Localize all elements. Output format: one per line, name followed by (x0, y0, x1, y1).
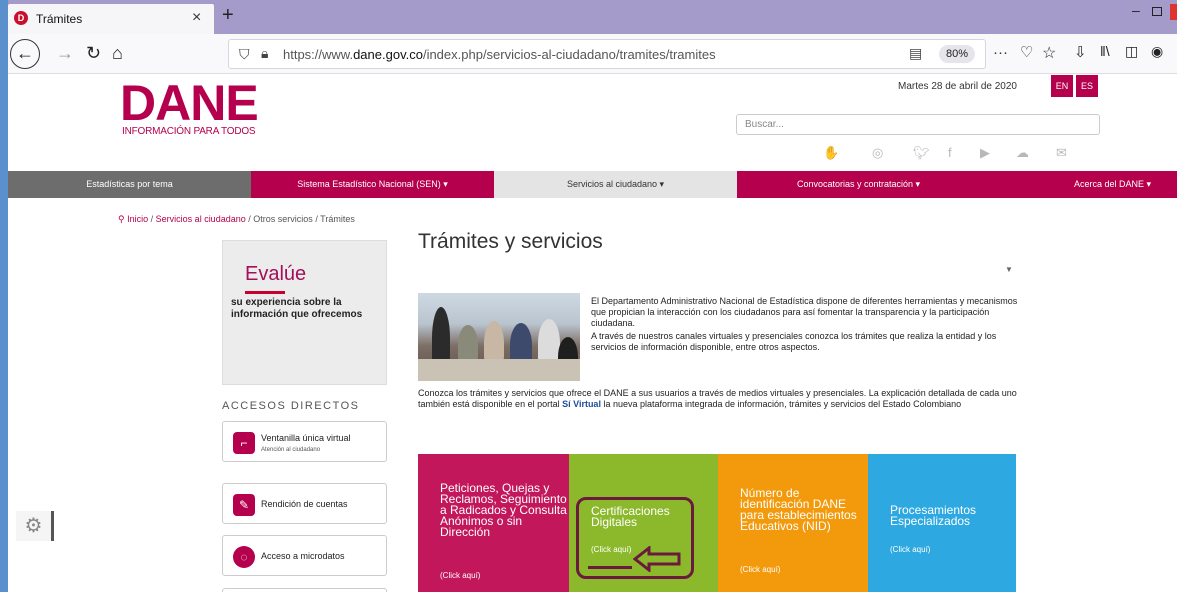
intro-description: El Departamento Administrativo Nacional … (591, 296, 1018, 355)
dane-logo[interactable]: DANE INFORMACIÓN PARA TODOS (120, 75, 270, 137)
downloads-icon[interactable]: ⇩ (1074, 43, 1087, 61)
email-icon[interactable]: ✉ (1056, 145, 1067, 161)
main-menu: Estadísticas por tema Sistema Estadístic… (8, 171, 1177, 198)
lead-paragraph: Conozca los trámites y servicios que ofr… (418, 388, 1033, 410)
page-title: Trámites y servicios (418, 230, 603, 253)
forward-arrow-icon[interactable]: → (56, 43, 74, 64)
annotation-underline (588, 566, 632, 569)
reload-icon[interactable]: ↻ (86, 43, 101, 64)
soundcloud-icon[interactable]: ☁ (1016, 145, 1029, 161)
sign-language-icon[interactable]: ✋ (823, 145, 839, 161)
tile-click[interactable]: (Click aquí) (740, 565, 780, 574)
menu-acerca[interactable]: Acerca del DANE ▾ (980, 171, 1177, 198)
back-arrow-icon[interactable]: ← (10, 39, 40, 69)
tile-procesamientos[interactable]: Procesamientos Especializados (Click aqu… (868, 454, 1016, 592)
tracking-shield-icon[interactable]: ⛉ (239, 46, 250, 63)
maximize-window-icon[interactable] (1152, 7, 1162, 16)
evalue-box[interactable]: Evalúe su experiencia sobre la informaci… (222, 240, 387, 385)
youtube-icon[interactable]: ▶ (980, 145, 990, 161)
url-text[interactable]: https://www.dane.gov.co/index.php/servic… (283, 47, 716, 62)
caret-down-icon[interactable]: ▼ (1005, 265, 1013, 274)
tab-tramites[interactable]: D Trámites × (8, 4, 214, 34)
minimize-window-icon[interactable]: – (1132, 2, 1140, 18)
new-tab-button[interactable]: + (222, 4, 234, 27)
window-icon: ⌐ (233, 432, 255, 454)
tab-title: Trámites (36, 12, 83, 26)
acceso-ventanilla[interactable]: ⌐ Ventanilla única virtual Atención al c… (222, 421, 387, 462)
current-date: Martes 28 de abril de 2020 (898, 81, 1017, 92)
twitter-icon[interactable]: 🐦︎ (913, 145, 930, 161)
tile-title: Peticiones, Quejas y Reclamos, Seguimien… (440, 481, 567, 539)
tab-bar: D Trámites × + – (8, 0, 1177, 34)
menu-sen[interactable]: Sistema Estadístico Nacional (SEN) ▾ (251, 171, 494, 198)
logo-text: DANE (120, 75, 259, 131)
evalue-title: Evalúe (245, 263, 307, 285)
intro-paragraph-2: A través de nuestros canales virtuales y… (591, 331, 997, 352)
tile-pqr[interactable]: Peticiones, Quejas y Reclamos, Seguimien… (418, 454, 569, 592)
menu-convocatorias[interactable]: Convocatorias y contratación ▾ (737, 171, 980, 198)
si-virtual-link[interactable]: Sí Virtual (562, 399, 601, 409)
breadcrumb-servicios[interactable]: Servicios al ciudadano (156, 214, 246, 224)
search-input[interactable]: Buscar... (736, 114, 1100, 135)
logo-tagline: INFORMACIÓN PARA TODOS (122, 126, 256, 137)
evalue-text: su experiencia sobre la información que … (231, 297, 363, 320)
tab-close-icon[interactable]: × (192, 9, 201, 27)
breadcrumb-otros[interactable]: Otros servicios (253, 214, 313, 224)
instagram-icon[interactable]: ◎ (872, 145, 883, 161)
tile-nid[interactable]: Número de identificación DANE para estab… (718, 454, 868, 592)
account-icon[interactable]: ◉ (1151, 43, 1163, 60)
acceso-label: Ventanilla única virtual (261, 433, 351, 443)
accesos-heading: ACCESOS DIRECTOS (222, 400, 360, 412)
library-icon[interactable]: ‖\ (1100, 43, 1110, 59)
address-bar[interactable]: ⛉ 🔒︎ https://www.dane.gov.co/index.php/s… (228, 39, 1008, 69)
close-window-icon[interactable] (1170, 4, 1177, 20)
lock-icon[interactable]: 🔒︎ (261, 45, 268, 62)
reader-view-icon[interactable]: ▤ (909, 45, 922, 62)
tile-title: Procesamientos Especializados (890, 503, 977, 528)
acceso-sub: Atención al ciudadano (261, 447, 321, 453)
evalue-underline (245, 291, 285, 294)
left-arrow-icon (633, 546, 681, 572)
pocket-icon[interactable]: ♡ (1020, 43, 1033, 61)
location-pin-icon: ⚲ (118, 214, 125, 224)
menu-estadisticas[interactable]: Estadísticas por tema (8, 171, 251, 198)
zoom-level-badge[interactable]: 80% (939, 45, 975, 63)
bookmark-star-icon[interactable]: ☆ (1042, 43, 1056, 63)
meeting-photo (418, 293, 580, 381)
dane-favicon-icon: D (14, 11, 28, 25)
home-icon[interactable]: ⌂ (112, 43, 123, 64)
accessibility-gear-icon[interactable]: ⚙ (16, 511, 54, 541)
browser-window: D Trámites × + – ← → ↻ ⌂ ⛉ 🔒︎ https://ww… (0, 0, 1177, 592)
acceso-next[interactable] (222, 588, 387, 592)
breadcrumb-sep: / (150, 214, 154, 224)
web-page: DANE INFORMACIÓN PARA TODOS Martes 28 de… (8, 75, 1177, 592)
intro-paragraph-1: El Departamento Administrativo Nacional … (591, 296, 1018, 328)
menu-servicios[interactable]: Servicios al ciudadano ▾ (494, 171, 737, 198)
acceso-rendicion[interactable]: ✎ Rendición de cuentas (222, 483, 387, 524)
breadcrumb-sep: / (248, 214, 251, 224)
acceso-label: Rendición de cuentas (261, 499, 348, 509)
acceso-label: Acceso a microdatos (261, 551, 345, 561)
lang-es-button[interactable]: ES (1076, 75, 1098, 97)
page-actions-icon[interactable]: ··· (993, 44, 1008, 61)
microdata-icon: ◌ (233, 546, 255, 568)
pencil-icon: ✎ (233, 494, 255, 516)
breadcrumb-current: Trámites (320, 214, 355, 224)
tile-click[interactable]: (Click aquí) (440, 571, 480, 580)
navigation-bar: ← → ↻ ⌂ ⛉ 🔒︎ https://www.dane.gov.co/ind… (8, 34, 1177, 74)
breadcrumb-inicio[interactable]: Inicio (127, 214, 148, 224)
lead-text-b: la nueva plataforma integrada de informa… (600, 399, 962, 409)
breadcrumb: ⚲ Inicio / Servicios al ciudadano / Otro… (118, 214, 355, 225)
sidebar-icon[interactable]: ◫ (1125, 43, 1138, 60)
lang-en-button[interactable]: EN (1051, 75, 1073, 97)
tile-title: Número de identificación DANE para estab… (740, 486, 857, 533)
tile-click[interactable]: (Click aquí) (890, 545, 930, 554)
acceso-microdatos[interactable]: ◌ Acceso a microdatos (222, 535, 387, 576)
breadcrumb-sep: / (315, 214, 318, 224)
facebook-icon[interactable]: f (948, 145, 952, 160)
